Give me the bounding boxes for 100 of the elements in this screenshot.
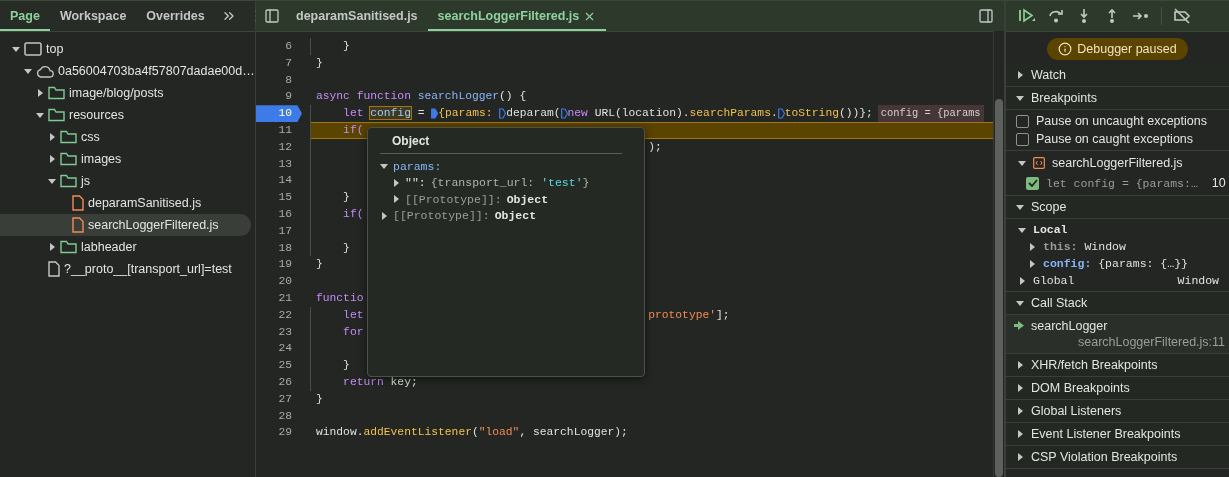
- line-number[interactable]: 25: [256, 357, 302, 374]
- breakpoint-marker-icon[interactable]: [431, 108, 439, 120]
- code-text: {params:: [438, 106, 494, 122]
- caret-right-icon[interactable]: [392, 195, 400, 204]
- scope-name: Local: [1033, 223, 1068, 236]
- caret-right-icon[interactable]: [48, 155, 56, 163]
- scrollbar-thumb[interactable]: [995, 99, 1003, 477]
- caret-down-icon[interactable]: [24, 67, 32, 75]
- line-number[interactable]: 14: [256, 172, 302, 190]
- panel-tab[interactable]: Overrides: [136, 1, 215, 31]
- caret-right-icon[interactable]: [1016, 407, 1024, 415]
- checkbox[interactable]: [1026, 176, 1039, 190]
- file-tab[interactable]: deparamSanitised.js: [286, 1, 428, 31]
- tree-item[interactable]: css: [0, 126, 251, 148]
- caret-right-icon[interactable]: [1016, 430, 1024, 438]
- folder-icon: [60, 240, 77, 254]
- line-number[interactable]: 16: [256, 205, 302, 223]
- cloud-icon: [36, 64, 54, 78]
- checkbox[interactable]: [1016, 114, 1029, 128]
- caret-right-icon[interactable]: [48, 243, 56, 251]
- tree-item[interactable]: ?__proto__[transport_url]=test: [0, 258, 251, 280]
- folder-icon: [60, 130, 77, 144]
- property-key: [[Prototype]]:: [393, 209, 490, 223]
- caret-down-icon[interactable]: [1018, 159, 1026, 167]
- line-number[interactable]: 20: [256, 273, 302, 290]
- breakpoint-marker-icon[interactable]: [499, 108, 507, 120]
- caret-down-icon[interactable]: [36, 111, 44, 119]
- line-number[interactable]: 10: [256, 105, 302, 122]
- code-text: functio: [316, 290, 364, 306]
- line-number[interactable]: 8: [256, 71, 302, 89]
- caret-right-icon[interactable]: [1016, 71, 1024, 79]
- scope-value: Window: [1177, 274, 1219, 287]
- frame-location[interactable]: searchLoggerFiltered.js:11: [1078, 334, 1226, 349]
- breakpoint-marker-icon[interactable]: [777, 108, 785, 120]
- line-number[interactable]: 23: [256, 323, 302, 341]
- line-number[interactable]: 24: [256, 340, 302, 358]
- file-name: searchLoggerFiltered.js: [1052, 156, 1183, 170]
- line-number[interactable]: 27: [256, 390, 302, 408]
- line-number[interactable]: 26: [256, 373, 302, 391]
- code-text: }: [343, 240, 350, 256]
- panel-tab[interactable]: Page: [0, 1, 50, 31]
- code-text: for: [343, 324, 364, 340]
- code-text: }: [316, 257, 323, 273]
- caret-right-icon[interactable]: [1016, 361, 1024, 369]
- checkbox[interactable]: [1016, 132, 1029, 146]
- caret-right-icon[interactable]: [392, 178, 400, 187]
- scope-name: Global: [1033, 274, 1075, 287]
- tree-item[interactable]: deparamSanitised.js: [0, 192, 251, 214]
- property-value: {transport_url: 'test'}: [430, 176, 590, 190]
- tree-item[interactable]: images: [0, 148, 251, 170]
- line-number[interactable]: 18: [256, 239, 302, 257]
- caret-right-icon[interactable]: [1016, 384, 1024, 392]
- code-text: let config =: [343, 106, 426, 122]
- tree-item[interactable]: image/blog/posts: [0, 82, 251, 104]
- tree-item[interactable]: resources: [0, 104, 251, 126]
- caret-down-icon[interactable]: [12, 45, 20, 53]
- line-number[interactable]: 22: [256, 306, 302, 324]
- scrollbar[interactable]: [993, 31, 1004, 477]
- line-number[interactable]: 6: [256, 38, 302, 55]
- code-text: new URL(location).searchParams.: [567, 106, 778, 122]
- checkbox-label: Pause on caught exceptions: [1036, 132, 1194, 146]
- tree-item[interactable]: top: [0, 38, 251, 60]
- line-number[interactable]: 12: [256, 138, 302, 156]
- caret-down-icon[interactable]: [1016, 94, 1024, 102]
- caret-right-icon[interactable]: [1028, 242, 1036, 251]
- caret-right-icon[interactable]: [48, 133, 56, 141]
- tree-item[interactable]: searchLoggerFiltered.js: [0, 214, 251, 236]
- file-icon: [48, 261, 60, 277]
- caret-down-icon[interactable]: [1016, 203, 1024, 211]
- line-number[interactable]: 15: [256, 189, 302, 206]
- caret-down-icon[interactable]: [1016, 299, 1024, 307]
- tree-item[interactable]: js: [0, 170, 251, 192]
- line-number[interactable]: 13: [256, 155, 302, 173]
- file-tab[interactable]: searchLoggerFiltered.js: [427, 1, 607, 31]
- line-number[interactable]: 19: [256, 256, 302, 274]
- caret-down-icon[interactable]: [48, 177, 56, 185]
- folder-icon: [48, 86, 65, 100]
- panel-tab[interactable]: Workspace: [49, 1, 137, 31]
- line-number[interactable]: 9: [256, 88, 302, 106]
- line-number[interactable]: 29: [256, 424, 302, 442]
- folder-icon: [60, 174, 77, 188]
- breakpoint-marker-icon[interactable]: [560, 108, 568, 120]
- tree-item[interactable]: labheader: [0, 236, 251, 258]
- caret-right-icon[interactable]: [1028, 259, 1036, 268]
- line-number[interactable]: 11: [256, 122, 302, 139]
- window-icon: [24, 42, 42, 56]
- caret-right-icon[interactable]: [1016, 453, 1024, 461]
- caret-down-icon[interactable]: [1018, 225, 1026, 234]
- tree-item[interactable]: 0a56004703ba4f57807dadae00d…: [0, 60, 251, 82]
- file-icon: [72, 195, 84, 211]
- caret-right-icon[interactable]: [380, 211, 388, 220]
- caret-right-icon[interactable]: [36, 89, 44, 97]
- line-number[interactable]: 28: [256, 407, 302, 425]
- call-frame[interactable]: searchLogger: [1031, 318, 1108, 333]
- line-number[interactable]: 7: [256, 54, 302, 72]
- line-number[interactable]: 17: [256, 222, 302, 240]
- caret-down-icon[interactable]: [380, 162, 388, 171]
- property-key: params:: [393, 159, 442, 173]
- caret-right-icon[interactable]: [1018, 276, 1026, 285]
- line-number[interactable]: 21: [256, 289, 302, 307]
